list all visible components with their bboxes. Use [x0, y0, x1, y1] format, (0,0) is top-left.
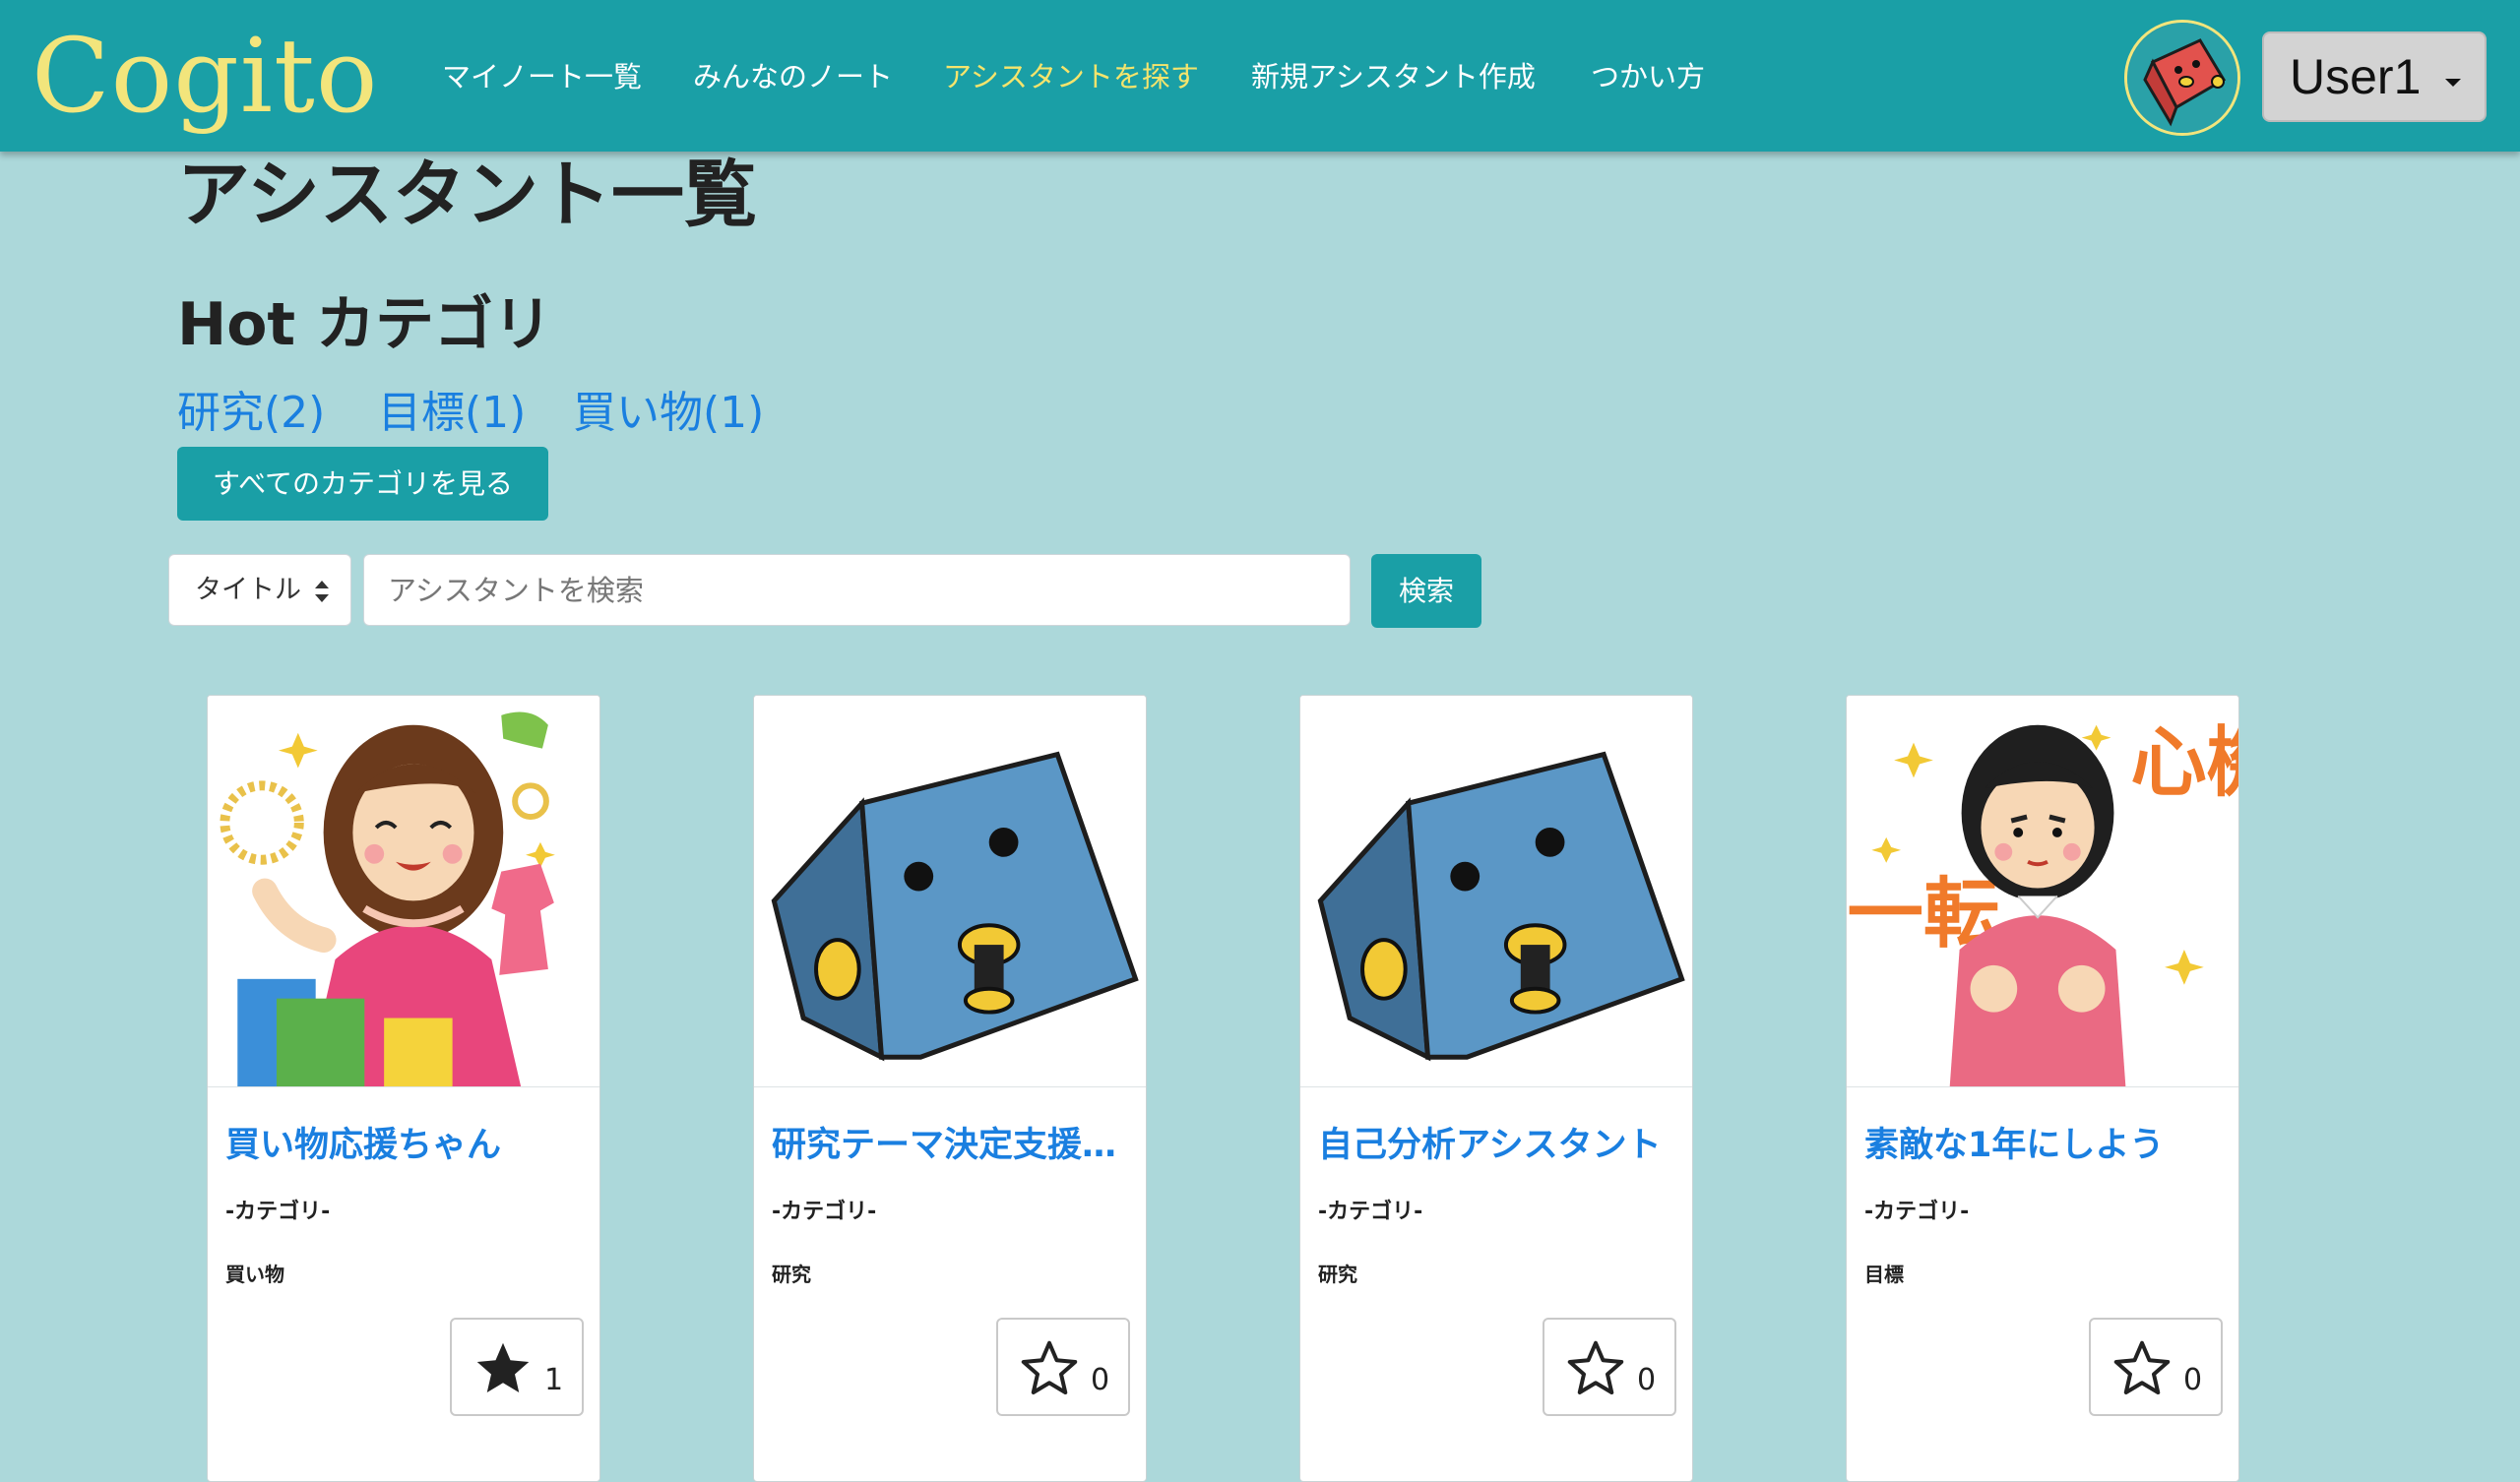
favorite-count: 0: [1637, 1363, 1657, 1397]
card-category: 目標: [1864, 1263, 1904, 1286]
assistant-card[interactable]: 研究テーマ決定支援アシスタント -カテゴリ- 研究 0: [753, 695, 1147, 1482]
card-title[interactable]: 買い物応援ちゃん: [225, 1121, 585, 1170]
hot-category-link-research[interactable]: 研究(2): [177, 384, 325, 443]
hot-category-link-shopping[interactable]: 買い物(1): [573, 384, 764, 443]
star-outline-icon: [2113, 1340, 2171, 1395]
hot-category-link-goal[interactable]: 目標(1): [378, 384, 526, 443]
assistant-card[interactable]: 自己分析アシスタント -カテゴリ- 研究 0: [1299, 695, 1693, 1482]
card-category-label: -カテゴリ-: [772, 1200, 877, 1224]
card-image[interactable]: [754, 696, 1146, 1087]
assistant-card[interactable]: 買い物応援ちゃん -カテゴリ- 買い物 1: [207, 695, 600, 1482]
card-category: 研究: [1318, 1263, 1357, 1286]
user-name: User1: [2290, 49, 2422, 104]
card-category: 研究: [772, 1263, 811, 1286]
red-box-mascot-icon: [2127, 23, 2237, 133]
hot-categories-heading: Hot カテゴリ: [177, 290, 553, 359]
user-menu-button[interactable]: User1: [2262, 31, 2487, 122]
brand-logo[interactable]: Cogito: [32, 12, 378, 140]
nav-everyone-notes[interactable]: みんなのノート: [693, 57, 893, 96]
page-title: アシスタント一覧: [177, 153, 758, 237]
card-title[interactable]: 素敵な1年にしよう: [1864, 1121, 2224, 1170]
all-categories-button[interactable]: すべてのカテゴリを見る: [177, 447, 548, 521]
card-category: 買い物: [225, 1263, 284, 1286]
blue-box-mascot-illustration: [1300, 696, 1692, 1086]
favorite-count: 1: [544, 1363, 564, 1397]
top-navbar: Cogito マイノート一覧 みんなのノート アシスタントを探す 新規アシスタン…: [0, 0, 2520, 152]
favorite-button[interactable]: 0: [1543, 1318, 1676, 1416]
card-image[interactable]: [1300, 696, 1692, 1087]
new-year-resolution-girl-illustration: 心機 一転: [1847, 696, 2238, 1086]
favorite-button[interactable]: 0: [996, 1318, 1130, 1416]
search-field-select-value: タイトル: [195, 575, 301, 605]
card-title[interactable]: 研究テーマ決定支援アシスタント: [772, 1121, 1131, 1170]
favorite-count: 0: [1091, 1363, 1110, 1397]
blue-box-mascot-illustration: [754, 696, 1146, 1086]
card-image[interactable]: [208, 696, 599, 1087]
card-category-label: -カテゴリ-: [1864, 1200, 1970, 1224]
nav-how-to-use[interactable]: つかい方: [1591, 57, 1705, 96]
card-category-label: -カテゴリ-: [1318, 1200, 1423, 1224]
search-field-select[interactable]: タイトル: [168, 554, 351, 626]
star-outline-icon: [1021, 1340, 1078, 1395]
favorite-button[interactable]: 1: [450, 1318, 584, 1416]
search-button[interactable]: 検索: [1371, 554, 1481, 628]
favorite-button[interactable]: 0: [2089, 1318, 2223, 1416]
favorite-count: 0: [2183, 1363, 2203, 1397]
star-outline-icon: [1567, 1340, 1624, 1395]
nav-find-assistant[interactable]: アシスタントを探す: [943, 57, 1199, 96]
caret-down-icon: [2445, 79, 2461, 87]
search-input[interactable]: [363, 554, 1351, 626]
shopping-woman-illustration: [208, 696, 599, 1086]
nav-my-notes[interactable]: マイノート一覧: [442, 57, 642, 96]
nav-new-assistant[interactable]: 新規アシスタント作成: [1251, 57, 1536, 96]
card-category-label: -カテゴリ-: [225, 1200, 331, 1224]
card-title[interactable]: 自己分析アシスタント: [1318, 1121, 1677, 1170]
sort-updown-icon: [315, 581, 329, 602]
card-image[interactable]: 心機 一転: [1847, 696, 2238, 1087]
avatar[interactable]: [2124, 20, 2240, 136]
assistant-card[interactable]: 心機 一転 素敵な1年にしよう -カテゴリ- 目標 0: [1846, 695, 2239, 1482]
svg-text:心機: 心機: [2130, 718, 2238, 807]
star-filled-icon: [476, 1342, 530, 1392]
